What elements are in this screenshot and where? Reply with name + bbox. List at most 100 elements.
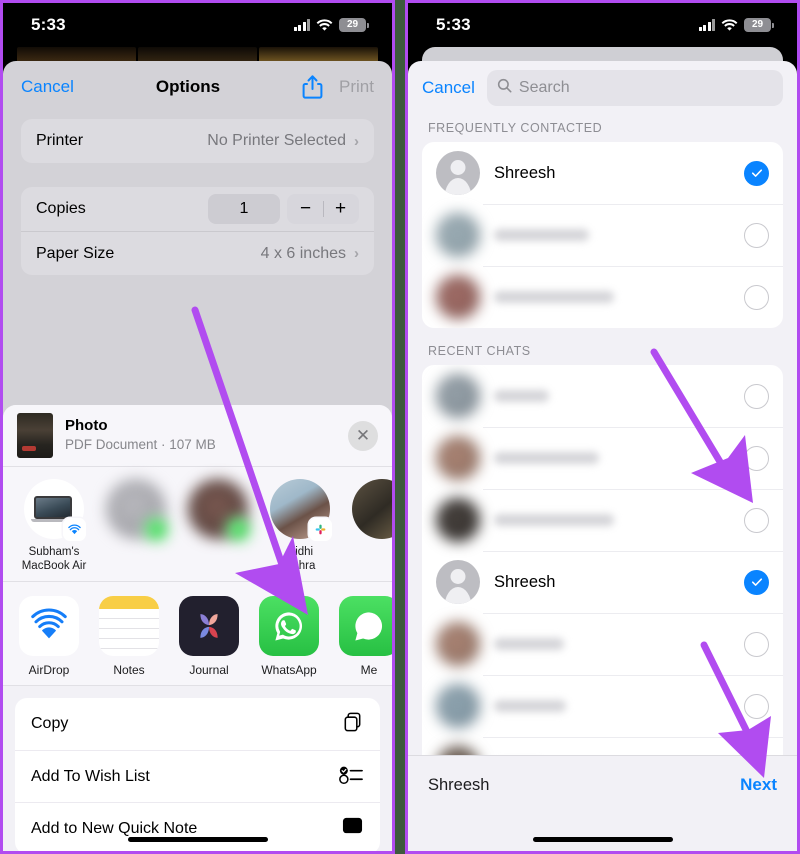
share-app-messenger[interactable]: Me — [335, 596, 392, 677]
share-apps-row[interactable]: AirDrop Notes Journal WhatsApp Me — [3, 582, 392, 687]
share-contact-nidhi-bohra[interactable]: Nidhi Bohra — [261, 479, 339, 573]
home-indicator — [127, 837, 268, 842]
checkbox-unselected[interactable] — [744, 445, 769, 471]
decrement-button[interactable]: − — [289, 198, 323, 220]
airdrop-icon — [19, 596, 79, 657]
checkbox-unselected[interactable] — [744, 284, 769, 310]
battery-percent: 29 — [751, 19, 764, 30]
slack-icon — [309, 518, 332, 541]
chat-row-blurred[interactable] — [422, 489, 783, 551]
chat-name — [494, 638, 564, 650]
avatar — [436, 275, 480, 319]
next-button[interactable]: Next — [740, 775, 777, 795]
search-placeholder: Search — [518, 79, 570, 96]
chat-name — [494, 514, 614, 526]
chat-name — [494, 452, 599, 464]
print-button[interactable]: Print — [339, 77, 374, 97]
share-action-add-to-wish-list[interactable]: Add To Wish List — [15, 750, 380, 802]
chat-row-blurred[interactable] — [422, 427, 783, 489]
picker-bottom-bar: Shreesh Next — [408, 755, 797, 851]
contact-photo — [352, 479, 392, 539]
avatar — [436, 374, 480, 418]
share-action-copy[interactable]: Copy — [15, 698, 380, 750]
paper-size-row[interactable]: Paper Size 4 x 6 inches › — [21, 231, 374, 275]
checkbox-unselected[interactable] — [744, 507, 769, 533]
checklist-icon — [339, 764, 364, 790]
share-app-journal[interactable]: Journal — [175, 596, 243, 677]
left-phone-frame: 5:33 29 Cancel Options Print Printer No … — [0, 0, 395, 854]
paper-group: Copies 1 − + Paper Size 4 x 6 inches › — [21, 187, 374, 275]
avatar — [352, 479, 392, 539]
share-contact-airdrop-device[interactable]: Subham's MacBook Air — [15, 479, 93, 573]
printer-group: Printer No Printer Selected › — [21, 119, 374, 163]
avatar — [270, 479, 332, 541]
notes-icon — [99, 596, 159, 657]
search-input[interactable]: Search — [486, 70, 783, 106]
checkmark-selected-icon[interactable] — [744, 569, 769, 595]
whatsapp-icon — [259, 596, 319, 657]
avatar — [436, 151, 480, 195]
checkbox-unselected[interactable] — [744, 383, 769, 409]
whatsapp-contact-picker-sheet: Cancel Search FREQUENTLY CONTACTED Shree… — [408, 61, 797, 851]
share-contact-label-line1 — [343, 545, 392, 559]
copy-icon — [341, 710, 364, 738]
share-app-airdrop[interactable]: AirDrop — [15, 596, 83, 677]
copies-row: Copies 1 − + — [21, 187, 374, 231]
avatar — [24, 479, 86, 541]
checkbox-unselected[interactable] — [744, 631, 769, 657]
contact-name — [494, 291, 614, 303]
chat-row-blurred[interactable] — [422, 675, 783, 737]
wifi-icon — [316, 18, 333, 32]
print-sheet-title: Options — [155, 77, 221, 96]
contact-row-blurred[interactable] — [422, 204, 783, 266]
share-app-label: Journal — [189, 663, 229, 678]
share-contact-blurred-1[interactable] — [97, 479, 175, 573]
picker-cancel-button[interactable]: Cancel — [422, 78, 475, 98]
wifi-icon — [721, 18, 738, 32]
chat-name: Shreesh — [494, 572, 556, 591]
battery-percent: 29 — [346, 19, 359, 30]
printer-row[interactable]: Printer No Printer Selected › — [21, 119, 374, 163]
document-title: Photo — [65, 417, 108, 435]
paper-size-value: 4 x 6 inches — [260, 244, 346, 262]
document-meta: Photo PDF Document · 107 MB — [65, 417, 336, 453]
journal-icon — [179, 596, 239, 657]
selected-recipients: Shreesh — [428, 775, 490, 794]
status-bar-right: 5:33 29 — [408, 3, 797, 47]
print-nav-right: Print — [302, 74, 374, 100]
contact-row-blurred[interactable] — [422, 266, 783, 328]
share-action-label: Add To Wish List — [31, 767, 150, 785]
share-action-add-to-new-quick-note[interactable]: Add to New Quick Note — [15, 802, 380, 851]
share-app-label: AirDrop — [28, 663, 70, 678]
copies-label: Copies — [36, 200, 86, 217]
stepper-buttons[interactable]: − + — [287, 194, 359, 224]
quantity-stepper[interactable]: 1 − + — [208, 194, 359, 224]
share-contact-blurred-2[interactable] — [179, 479, 257, 573]
print-cancel-button[interactable]: Cancel — [21, 77, 74, 97]
search-bar: Cancel Search — [408, 61, 797, 115]
share-app-whatsapp[interactable]: WhatsApp — [255, 596, 323, 677]
contact-row-shreesh[interactable]: Shreesh — [422, 142, 783, 204]
close-icon[interactable]: ✕ — [348, 420, 378, 451]
checkbox-unselected[interactable] — [744, 693, 769, 719]
contact-name: Shreesh — [494, 163, 556, 182]
copies-value[interactable]: 1 — [208, 194, 280, 224]
chat-row-shreesh[interactable]: Shreesh — [422, 551, 783, 613]
increment-button[interactable]: + — [324, 198, 358, 220]
checkbox-unselected[interactable] — [744, 222, 769, 248]
left-screen: 5:33 29 Cancel Options Print Printer No … — [3, 3, 392, 851]
share-contacts-row[interactable]: Subham's MacBook Air Nidhi Bohra — [3, 467, 392, 583]
share-app-notes[interactable]: Notes — [95, 596, 163, 677]
checkmark-selected-icon[interactable] — [744, 160, 769, 186]
printer-label: Printer — [36, 132, 84, 149]
chat-row-blurred[interactable] — [422, 613, 783, 675]
chevron-right-icon: › — [354, 132, 359, 150]
share-actions-list: Copy Add To Wish List Add to New Quick N… — [15, 698, 380, 851]
chevron-right-icon: › — [354, 245, 359, 262]
paper-size-value-wrap: 4 x 6 inches › — [261, 245, 359, 263]
share-icon[interactable] — [302, 74, 323, 100]
share-contact-blurred-3[interactable] — [343, 479, 392, 573]
share-app-label: Me — [360, 663, 378, 678]
whatsapp-icon — [145, 518, 168, 541]
chat-row-blurred[interactable] — [422, 365, 783, 427]
